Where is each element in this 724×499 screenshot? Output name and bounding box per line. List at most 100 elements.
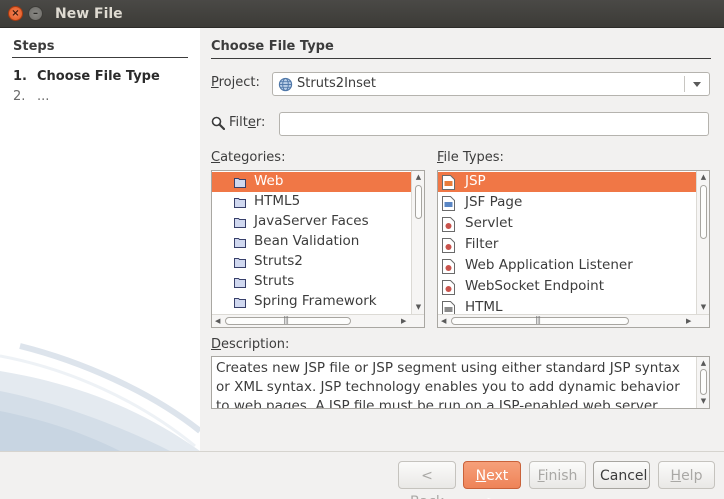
next-button[interactable]: Next > (463, 461, 521, 499)
back-button[interactable]: < Back (398, 461, 456, 499)
back-label-part: < (421, 468, 433, 484)
file-types-horizontal-scrollbar[interactable]: ◀ ||| ▶ (438, 314, 709, 327)
chevron-down-icon[interactable] (693, 82, 701, 87)
category-item-html5[interactable]: HTML5 (212, 192, 411, 212)
folder-icon (234, 218, 246, 228)
grip-icon: ||| (535, 315, 541, 324)
file-type-label: HTML (465, 299, 503, 315)
scroll-up-icon[interactable]: ▲ (412, 174, 424, 181)
folder-icon (234, 298, 246, 308)
file-icon (442, 259, 455, 274)
scroll-left-icon[interactable]: ◀ (215, 317, 220, 325)
help-button[interactable]: Help (658, 461, 715, 489)
close-icon: × (11, 7, 20, 19)
folder-icon (234, 178, 246, 188)
combobox-separator (684, 76, 685, 92)
description-text: Creates new JSP file or JSP segment usin… (216, 360, 680, 409)
section-divider (211, 58, 711, 59)
scrollbar-thumb[interactable] (415, 185, 422, 219)
description-label-part: escription: (221, 337, 290, 352)
file-type-label: JSF Page (465, 194, 523, 210)
file-types-list[interactable]: JSP JSF Page Servlet Filter Web Applicat… (437, 170, 710, 328)
category-item-web[interactable]: Web (212, 172, 411, 192)
steps-divider (12, 57, 188, 58)
file-types-label-part: ile Types: (443, 150, 504, 165)
scrollbar-thumb[interactable] (700, 185, 707, 239)
category-label: JavaServer Faces (254, 213, 369, 229)
file-type-item-jsp[interactable]: JSP (438, 172, 696, 192)
back-label-part: ack (420, 494, 444, 499)
window-title: New File (55, 6, 123, 22)
file-type-item-filter[interactable]: Filter (438, 235, 696, 255)
filter-label-part: Filt (229, 115, 248, 130)
scroll-down-icon[interactable]: ▼ (412, 304, 424, 311)
category-item-javaserver-faces[interactable]: JavaServer Faces (212, 212, 411, 232)
scroll-down-icon[interactable]: ▼ (697, 304, 709, 311)
project-label-part: roject: (218, 75, 260, 90)
filter-label-mnemonic: e (247, 115, 256, 130)
scroll-down-icon[interactable]: ▼ (697, 398, 709, 405)
title-bar[interactable]: × – New File (0, 0, 724, 28)
category-label: Struts2 (254, 253, 303, 269)
scroll-up-icon[interactable]: ▲ (697, 360, 709, 367)
file-type-item-websocket-endpoint[interactable]: WebSocket Endpoint (438, 277, 696, 297)
categories-horizontal-scrollbar[interactable]: ◀ ||| ▶ (212, 314, 424, 327)
project-combobox[interactable]: Struts2Inset (272, 72, 710, 96)
finish-button[interactable]: Finish (529, 461, 586, 489)
step-item-1: 1. Choose File Type (13, 69, 160, 84)
categories-list[interactable]: Web HTML5 JavaServer Faces Bean Validati… (211, 170, 425, 328)
file-type-label: Servlet (465, 215, 513, 231)
finish-label-mnemonic: F (537, 468, 545, 484)
section-title: Choose File Type (211, 39, 334, 54)
minimize-icon: – (33, 7, 38, 19)
next-label-part: ext > (486, 468, 509, 499)
scroll-right-icon[interactable]: ▶ (401, 317, 406, 325)
category-item-bean-validation[interactable]: Bean Validation (212, 232, 411, 252)
scroll-right-icon[interactable]: ▶ (686, 317, 691, 325)
step-item-2: 2.... (13, 89, 49, 104)
scroll-left-icon[interactable]: ◀ (441, 317, 446, 325)
magnifier-icon (211, 116, 225, 130)
project-label-mnemonic: P (211, 75, 219, 90)
step-label: Choose File Type (37, 69, 160, 84)
description-vertical-scrollbar[interactable]: ▲ ▼ (696, 357, 709, 408)
filter-input[interactable] (279, 112, 709, 136)
back-label-mnemonic: B (410, 494, 420, 499)
file-type-item-web-application-listener[interactable]: Web Application Listener (438, 256, 696, 276)
steps-panel: Steps 1. Choose File Type 2.... (0, 28, 200, 451)
description-box[interactable]: Creates new JSP file or JSP segment usin… (211, 356, 710, 409)
category-label: Bean Validation (254, 233, 360, 249)
project-label: Project: (211, 75, 260, 90)
cancel-button[interactable]: Cancel (593, 461, 650, 489)
globe-icon (278, 77, 293, 92)
file-type-label: WebSocket Endpoint (465, 278, 604, 294)
file-icon (442, 175, 455, 190)
minimize-window-button[interactable]: – (28, 6, 43, 21)
description-label-mnemonic: D (211, 337, 222, 352)
category-item-spring-framework[interactable]: Spring Framework (212, 292, 411, 312)
file-icon (442, 196, 455, 211)
category-item-struts2[interactable]: Struts2 (212, 252, 411, 272)
file-type-item-jsf-page[interactable]: JSF Page (438, 193, 696, 213)
grip-icon: ||| (283, 315, 289, 324)
close-window-button[interactable]: × (8, 6, 23, 21)
file-type-item-servlet[interactable]: Servlet (438, 214, 696, 234)
steps-title: Steps (13, 39, 55, 54)
scrollbar-thumb[interactable]: ||| (451, 315, 629, 325)
step-label: ... (37, 89, 50, 104)
file-type-label: JSP (465, 173, 486, 189)
folder-icon (234, 258, 246, 268)
file-types-vertical-scrollbar[interactable]: ▲ ▼ (696, 171, 709, 314)
description-label: Description: (211, 337, 289, 352)
help-label-mnemonic: H (670, 468, 682, 484)
categories-vertical-scrollbar[interactable]: ▲ ▼ (411, 171, 424, 314)
categories-label-part: ategories: (220, 150, 286, 165)
scrollbar-thumb[interactable] (700, 369, 707, 395)
scrollbar-thumb[interactable]: ||| (225, 315, 351, 325)
file-type-label: Filter (465, 236, 499, 252)
project-value: Struts2Inset (297, 76, 377, 91)
scroll-up-icon[interactable]: ▲ (697, 174, 709, 181)
category-label: Struts (254, 273, 295, 289)
category-item-struts[interactable]: Struts (212, 272, 411, 292)
step-number: 2. (13, 89, 26, 104)
